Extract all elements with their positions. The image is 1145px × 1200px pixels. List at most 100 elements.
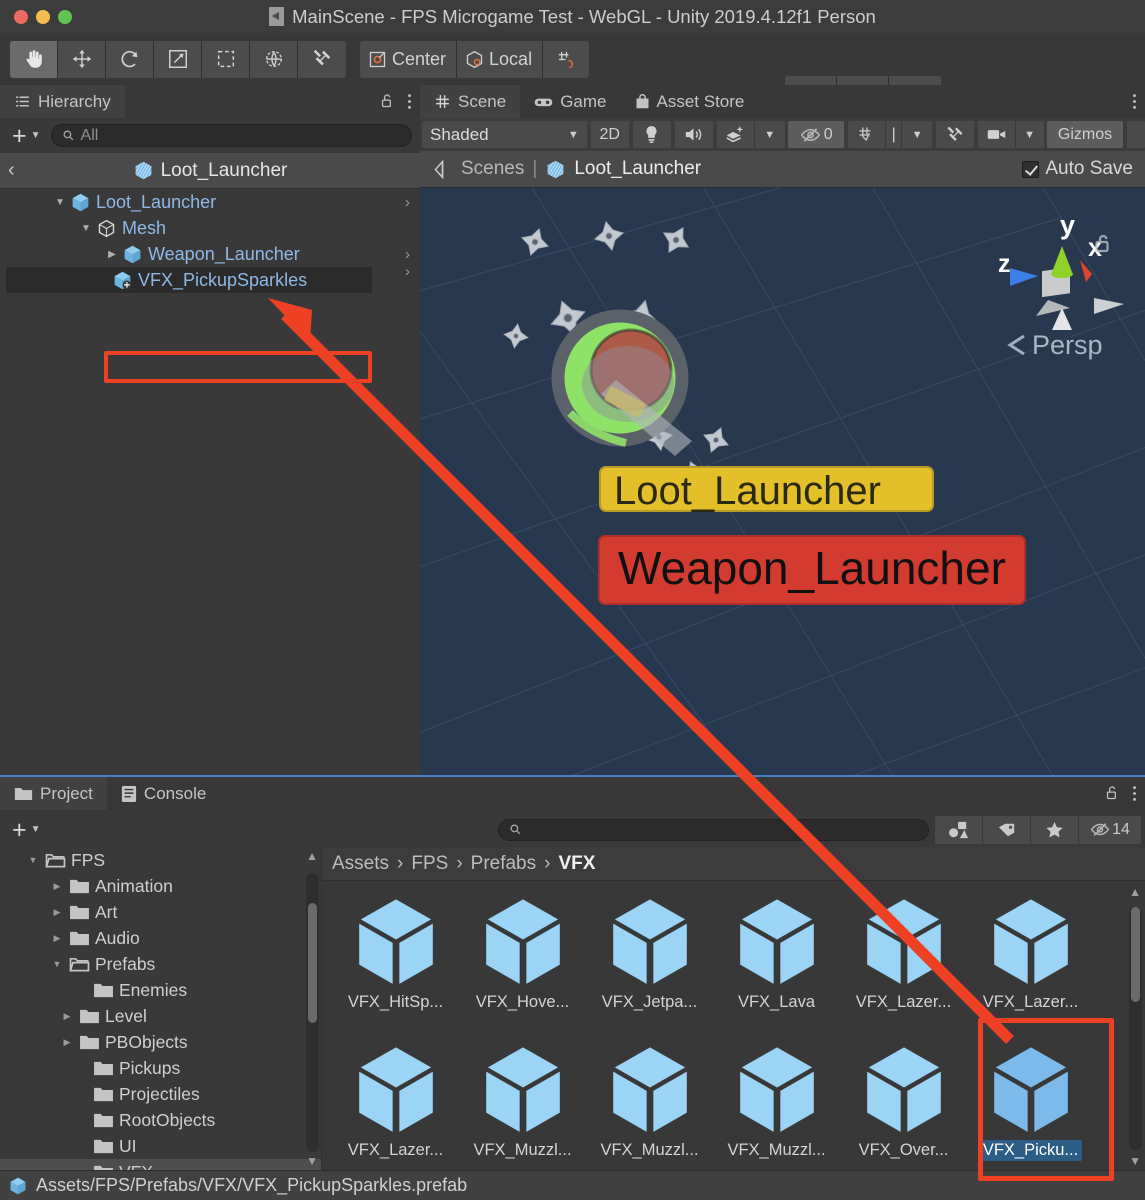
breadcrumb-current[interactable]: Loot_Launcher bbox=[574, 158, 701, 180]
hierarchy-row-weapon-launcher[interactable]: ▶ Weapon_Launcher › bbox=[0, 241, 420, 267]
hierarchy-search-input[interactable]: All bbox=[50, 124, 412, 147]
folder-row-pickups[interactable]: Pickups bbox=[0, 1055, 321, 1081]
asset-item[interactable]: VFX_Muzzl... bbox=[713, 1044, 840, 1170]
expand-triangle-right-icon[interactable]: ▶ bbox=[60, 1037, 74, 1048]
asset-grid-scroll-thumb[interactable] bbox=[1131, 907, 1140, 1002]
shapes-filter-button[interactable] bbox=[935, 815, 983, 844]
scene-viewport[interactable]: Loot_Launcher y x z Persp bbox=[420, 188, 1145, 775]
folder-tree-scrollbar[interactable] bbox=[306, 873, 319, 1152]
asset-item[interactable]: VFX_Muzzl... bbox=[459, 1044, 586, 1170]
project-search-input[interactable] bbox=[497, 818, 929, 841]
expand-triangle-down-icon[interactable]: ▼ bbox=[26, 855, 40, 865]
gizmos-button[interactable]: Gizmos bbox=[1047, 121, 1123, 148]
scene-grid-toggle-button[interactable] bbox=[848, 121, 887, 148]
tab-project[interactable]: Project bbox=[0, 777, 107, 810]
scene-component-tools-button[interactable] bbox=[935, 121, 974, 148]
rect-tool-button[interactable] bbox=[202, 40, 250, 78]
gizmos-dropdown[interactable] bbox=[1127, 121, 1145, 148]
breadcrumb-fps[interactable]: FPS bbox=[411, 853, 448, 875]
tab-asset-store[interactable]: Asset Store bbox=[621, 85, 759, 118]
project-add-button[interactable]: + ▼ bbox=[6, 817, 47, 842]
hierarchy-row-loot-launcher[interactable]: ▼ Loot_Launcher › bbox=[0, 189, 420, 215]
tab-hierarchy[interactable]: Hierarchy bbox=[0, 85, 125, 118]
folder-row-art[interactable]: ▶ Art bbox=[0, 899, 321, 925]
hierarchy-add-button[interactable]: + ▼ bbox=[6, 123, 47, 148]
auto-save-toggle[interactable]: Auto Save bbox=[1022, 158, 1133, 180]
asset-item[interactable]: VFX_Lazer... bbox=[332, 1044, 459, 1170]
asset-item[interactable]: VFX_Muzzl... bbox=[586, 1044, 713, 1170]
asset-item[interactable]: VFX_Lazer... bbox=[967, 896, 1094, 1044]
breadcrumb-assets[interactable]: Assets bbox=[332, 853, 389, 875]
tree-scroll-down-arrow[interactable]: ▼ bbox=[306, 1154, 318, 1168]
asset-item-selected[interactable]: VFX_Picku... bbox=[967, 1044, 1094, 1170]
move-tool-button[interactable] bbox=[58, 40, 106, 78]
breadcrumb-prefabs[interactable]: Prefabs bbox=[471, 853, 536, 875]
asset-item[interactable]: VFX_HitSp... bbox=[332, 896, 459, 1044]
asset-scroll-down-arrow[interactable]: ▼ bbox=[1129, 1154, 1141, 1168]
asset-item[interactable]: VFX_Hove... bbox=[459, 896, 586, 1044]
favorite-star-button[interactable] bbox=[1031, 815, 1079, 844]
label-tag-button[interactable] bbox=[983, 815, 1031, 844]
asset-grid-scrollbar[interactable] bbox=[1129, 907, 1142, 1150]
grid-snap-button[interactable] bbox=[543, 40, 590, 78]
asset-item[interactable]: VFX_Lava bbox=[713, 896, 840, 1044]
close-button[interactable] bbox=[14, 9, 28, 24]
folder-row-rootobjects[interactable]: RootObjects bbox=[0, 1107, 321, 1133]
folder-row-audio[interactable]: ▶ Audio bbox=[0, 925, 321, 951]
project-visibility-button[interactable]: 14 bbox=[1079, 815, 1141, 844]
tab-game[interactable]: Game bbox=[520, 85, 620, 118]
breadcrumb-scenes[interactable]: Scenes bbox=[461, 158, 524, 180]
folder-row-vfx[interactable]: VFX bbox=[0, 1159, 321, 1170]
breadcrumb-vfx[interactable]: VFX bbox=[558, 853, 595, 875]
folder-row-enemies[interactable]: Enemies bbox=[0, 977, 321, 1003]
hierarchy-row-mesh[interactable]: ▼ Mesh bbox=[0, 215, 420, 241]
folder-row-animation[interactable]: ▶ Animation bbox=[0, 873, 321, 899]
window-controls[interactable] bbox=[0, 9, 72, 24]
prefab-back-button[interactable]: ‹ bbox=[8, 159, 15, 182]
tab-scene[interactable]: Scene bbox=[420, 85, 521, 118]
zoom-button[interactable] bbox=[58, 9, 72, 24]
scene-visibility-button[interactable]: 0 bbox=[788, 121, 845, 148]
draw-mode-dropdown[interactable]: Shaded ▼ bbox=[422, 121, 587, 148]
folder-row-pbobjects[interactable]: ▶ PBObjects bbox=[0, 1029, 321, 1055]
folder-row-fps[interactable]: ▼ FPS bbox=[0, 847, 321, 873]
scene-camera-dropdown[interactable]: ▼ bbox=[1015, 121, 1044, 148]
scene-camera-button[interactable] bbox=[977, 121, 1016, 148]
tab-console[interactable]: Console bbox=[107, 777, 220, 810]
asset-scroll-up-arrow[interactable]: ▲ bbox=[1129, 885, 1141, 899]
lock-icon[interactable] bbox=[379, 92, 396, 111]
minimize-button[interactable] bbox=[36, 9, 50, 24]
chevron-right-icon[interactable]: › bbox=[405, 246, 410, 263]
scene-audio-button[interactable] bbox=[674, 121, 713, 148]
tree-scroll-up-arrow[interactable]: ▲ bbox=[306, 849, 318, 863]
auto-save-checkbox[interactable] bbox=[1022, 160, 1040, 178]
asset-item[interactable]: VFX_Lazer... bbox=[840, 896, 967, 1044]
folder-tree-scroll-thumb[interactable] bbox=[308, 903, 317, 1023]
folder-row-level[interactable]: ▶ Level bbox=[0, 1003, 321, 1029]
handle-space-button[interactable]: Local bbox=[457, 40, 544, 78]
expand-triangle-down-icon[interactable]: ▼ bbox=[52, 197, 68, 208]
rotate-tool-button[interactable] bbox=[106, 40, 154, 78]
pivot-mode-button[interactable]: Center bbox=[360, 40, 458, 78]
asset-item[interactable]: VFX_Jetpa... bbox=[586, 896, 713, 1044]
scale-tool-button[interactable] bbox=[154, 40, 202, 78]
scene-lighting-button[interactable] bbox=[632, 121, 671, 148]
folder-row-ui[interactable]: UI bbox=[0, 1133, 321, 1159]
kebab-menu-icon[interactable] bbox=[1132, 784, 1137, 803]
folder-row-prefabs[interactable]: ▼ Prefabs bbox=[0, 951, 321, 977]
folder-row-projectiles[interactable]: Projectiles bbox=[0, 1081, 321, 1107]
transform-tool-button[interactable] bbox=[250, 40, 298, 78]
scene-fx-button[interactable] bbox=[716, 121, 755, 148]
custom-tool-button[interactable] bbox=[298, 40, 346, 78]
asset-item[interactable]: VFX_Over... bbox=[840, 1044, 967, 1170]
scene-grid-dropdown[interactable]: ▼ bbox=[902, 121, 933, 148]
expand-triangle-down-icon[interactable]: ▼ bbox=[78, 223, 94, 234]
lock-icon[interactable] bbox=[1104, 784, 1121, 803]
chevron-right-icon[interactable]: › bbox=[405, 194, 410, 211]
expand-triangle-right-icon[interactable]: ▶ bbox=[104, 249, 120, 260]
scene-fx-dropdown[interactable]: ▼ bbox=[754, 121, 785, 148]
kebab-menu-icon[interactable] bbox=[407, 92, 412, 111]
expand-triangle-right-icon[interactable]: ▶ bbox=[50, 933, 64, 944]
kebab-menu-icon[interactable] bbox=[1132, 92, 1137, 111]
toggle-2d-button[interactable]: 2D bbox=[590, 121, 629, 148]
